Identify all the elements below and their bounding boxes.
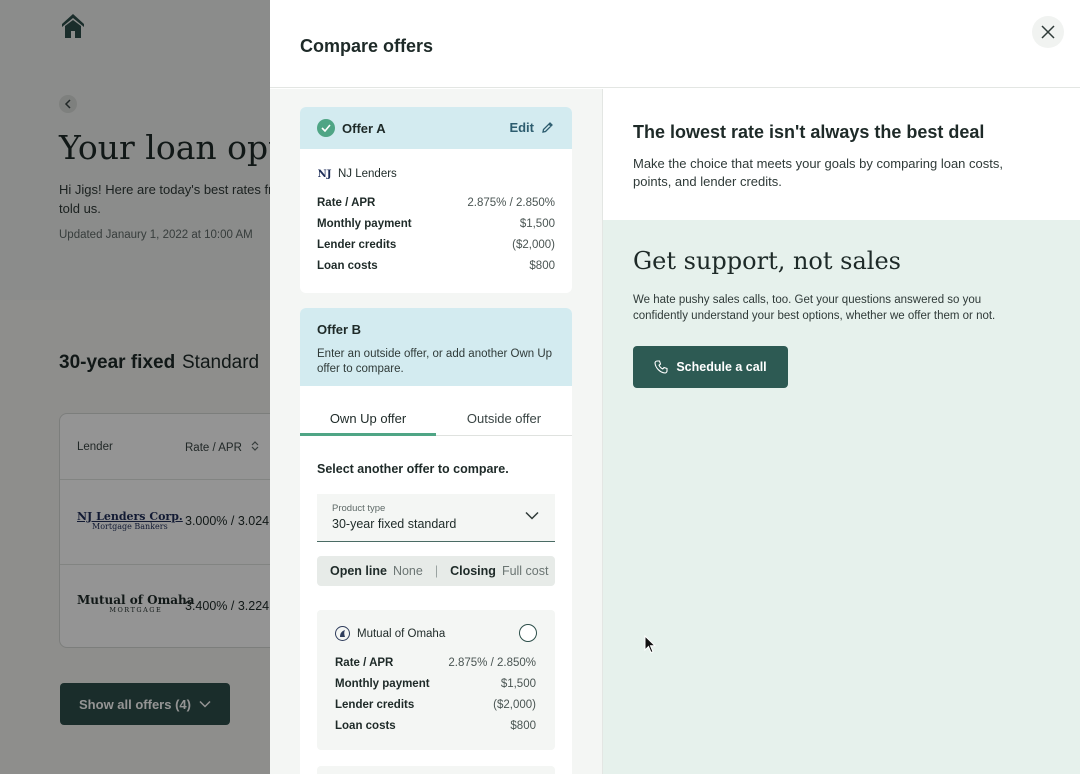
modal-header: Compare offers [270,0,1080,88]
offers-column: Offer A Edit NJ NJ Lenders Rate / APR 2.8… [270,89,603,774]
closing-label: Closing [450,564,496,578]
check-icon [317,119,335,137]
stat-row: Monthly payment $1,500 [317,218,555,230]
offer-a-stats: Rate / APR 2.875% / 2.850% Monthly paymen… [317,197,555,281]
info-text: Make the choice that meets your goals by… [633,156,1003,189]
pencil-icon [542,122,553,133]
support-panel: Get support, not sales We hate pushy sal… [603,220,1080,774]
stat-row: Rate / APR 2.875% / 2.850% [335,657,536,669]
lender-option-card[interactable]: Mutual of Omaha Rate / APR 2.875% / 2.850… [317,610,555,750]
tab-own-up-offer[interactable]: Own Up offer [300,402,436,436]
schedule-call-button[interactable]: Schedule a call [633,346,788,388]
close-button[interactable] [1032,16,1064,48]
stat-row: Loan costs $800 [317,260,555,272]
select-radio[interactable] [519,624,537,642]
offer-b-description: Enter an outside offer, or add another O… [317,348,553,375]
lender-option-header: Mutual of Omaha [335,626,445,641]
mutual-of-omaha-icon [335,626,350,641]
stat-row: Lender credits ($2,000) [335,699,536,711]
info-heading: The lowest rate isn't always the best de… [633,122,985,142]
nj-lenders-icon: NJ [317,168,332,180]
product-type-label: Product type [332,503,386,514]
chevron-down-icon [525,511,539,520]
offer-a-label: Offer A [342,120,386,136]
compare-offers-modal: Compare offers Offer A Edit NJ NJ Lender… [270,0,1080,774]
select-prompt: Select another offer to compare. [317,462,509,476]
modal-title: Compare offers [300,36,434,56]
lender-option-card[interactable] [317,766,555,774]
offer-b-title: Offer B [317,322,362,337]
offer-b-card: Offer B Enter an outside offer, or add a… [300,308,572,774]
offer-a-header: Offer A Edit [300,107,572,149]
stat-row: Rate / APR 2.875% / 2.850% [317,197,555,209]
close-icon [1041,25,1055,39]
offer-b-tabs: Own Up offer Outside offer [300,402,572,436]
open-line-label: Open line [330,564,387,578]
stat-row: Monthly payment $1,500 [335,678,536,690]
filter-separator: | [434,564,439,578]
product-type-select[interactable]: Product type 30-year fixed standard [317,494,555,542]
edit-offer-a-button[interactable]: Edit [509,120,554,135]
stat-row: Loan costs $800 [335,720,536,732]
support-title: Get support, not sales [633,247,901,275]
offer-b-header: Offer B Enter an outside offer, or add a… [300,308,572,386]
filter-bar[interactable]: Open line None | Closing Full cost [317,556,555,586]
open-line-value: None [392,564,423,578]
tab-outside-offer[interactable]: Outside offer [436,402,572,435]
mouse-cursor-icon [644,635,656,654]
phone-icon [654,360,668,374]
stat-row: Lender credits ($2,000) [317,239,555,251]
info-panel: The lowest rate isn't always the best de… [603,89,1080,220]
product-type-value: 30-year fixed standard [332,517,457,531]
closing-value: Full cost [501,564,549,578]
offer-a-card: Offer A Edit NJ NJ Lenders Rate / APR 2.8… [300,107,572,293]
support-text: We hate pushy sales calls, too. Get your… [633,294,996,322]
lender-option-stats: Rate / APR 2.875% / 2.850% Monthly paymen… [335,657,536,741]
offer-a-lender: NJ NJ Lenders [317,168,397,180]
